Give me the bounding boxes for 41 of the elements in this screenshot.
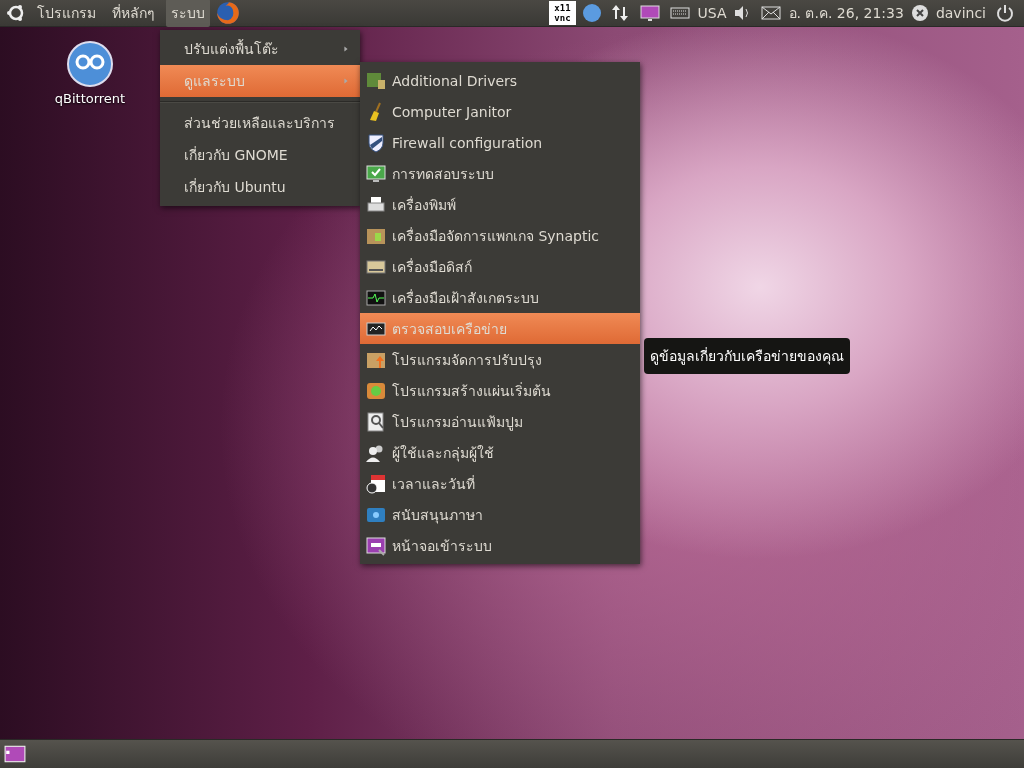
menu-item[interactable]: Computer Janitor (360, 96, 640, 127)
panel-menu[interactable]: ระบบ (166, 0, 210, 27)
login-screen-icon (366, 535, 386, 556)
printer-icon (366, 194, 386, 215)
monitor-check-icon (366, 163, 386, 184)
ubuntu-logo-icon[interactable] (6, 3, 26, 23)
shield-icon (366, 132, 386, 153)
menu-item[interactable]: เกี่ยวกับ GNOME (160, 139, 360, 171)
menu-item[interactable]: Additional Drivers (360, 65, 640, 96)
menu-item[interactable]: เกี่ยวกับ Ubuntu (160, 171, 360, 203)
menu-item[interactable]: เวลาและวันที่ (360, 468, 640, 499)
show-desktop-icon[interactable] (4, 743, 26, 765)
menu-item[interactable]: Firewall configuration (360, 127, 640, 158)
keyboard-layout[interactable]: USA (697, 5, 727, 21)
menu-item[interactable]: ส่วนช่วยเหลือและบริการ (160, 107, 360, 139)
menu-item[interactable]: หน้าจอเข้าระบบ (360, 530, 640, 561)
envelope-icon[interactable] (758, 3, 783, 23)
menu-item[interactable]: โปรแกรมจัดการปรับปรุง (360, 344, 640, 375)
menu-item[interactable]: การทดสอบระบบ (360, 158, 640, 189)
log-viewer-icon (366, 411, 386, 432)
vnc-badge[interactable]: x11 vnc (549, 1, 576, 25)
panel-menu[interactable]: ที่หลักๆ (107, 0, 160, 27)
desktop-icon-label[interactable]: qBittorrent (54, 91, 126, 106)
tooltip: ดูข้อมูลเกี่ยวกับเครือข่ายของคุณ (644, 338, 850, 374)
menu-item[interactable]: เครื่องมือดิสก์ (360, 251, 640, 282)
menu-item[interactable]: ผู้ใช้และกลุ่มผู้ใช้ (360, 437, 640, 468)
user-name[interactable]: davinci (935, 5, 986, 21)
menu-item[interactable]: เครื่องมือจัดการแพกเกจ Synaptic (360, 220, 640, 251)
heartbeat-monitor-icon (366, 287, 386, 308)
calendar-clock-icon (366, 473, 386, 494)
panel-menu[interactable]: โปรแกรม (32, 0, 101, 27)
menu-item[interactable]: ปรับแต่งพื้นโต๊ะ (160, 33, 360, 65)
menu-item[interactable]: โปรแกรมอ่านแฟ้มปูม (360, 406, 640, 437)
firefox-icon[interactable] (216, 1, 240, 25)
menu-item[interactable]: โปรแกรมสร้างแผ่นเริ่มต้น (360, 375, 640, 406)
monitor-icon[interactable] (637, 3, 662, 23)
menu-item[interactable]: สนับสนุนภาษา (360, 499, 640, 530)
user-status-icon[interactable] (909, 3, 930, 23)
menu-item[interactable]: เครื่องพิมพ์ (360, 189, 640, 220)
clock[interactable]: อ. ต.ค. 26, 21:33 (788, 2, 904, 24)
menu-item[interactable]: เครื่องมือเฝ้าสังเกตระบบ (360, 282, 640, 313)
